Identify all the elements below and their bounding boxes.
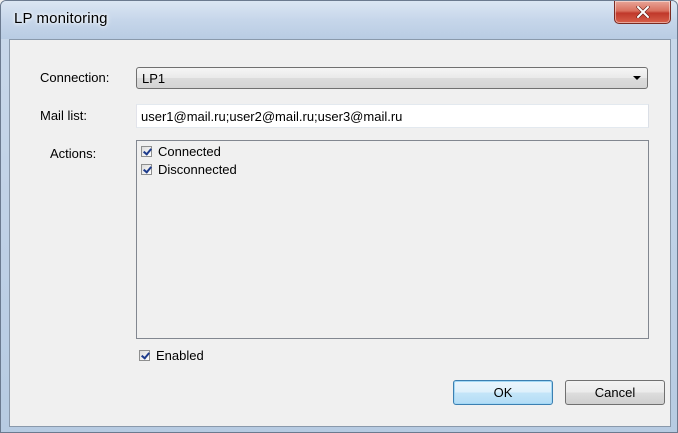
chevron-down-icon — [633, 76, 641, 80]
connected-label: Connected — [158, 144, 221, 159]
cancel-button[interactable]: Cancel — [565, 380, 665, 405]
connection-label: Connection: — [40, 70, 110, 85]
close-button[interactable] — [614, 1, 671, 24]
list-item-disconnected[interactable]: Disconnected — [141, 161, 237, 178]
enabled-label: Enabled — [156, 348, 204, 363]
enabled-checkbox[interactable] — [139, 350, 150, 361]
window-title: LP monitoring — [14, 10, 108, 27]
ok-button[interactable]: OK — [453, 380, 553, 405]
disconnected-checkbox[interactable] — [141, 164, 152, 175]
dialog-window: LP monitoring Connection: LP1 Mail list:… — [0, 0, 678, 433]
title-bar[interactable]: LP monitoring — [1, 1, 677, 39]
mail-list-label: Mail list: — [40, 108, 87, 123]
disconnected-label: Disconnected — [158, 162, 237, 177]
list-item-connected[interactable]: Connected — [141, 143, 221, 160]
enabled-row[interactable]: Enabled — [139, 348, 204, 363]
close-icon — [635, 6, 650, 18]
mail-list-input[interactable] — [136, 104, 649, 128]
connection-value: LP1 — [142, 71, 166, 86]
actions-label: Actions: — [50, 146, 97, 161]
dialog-content: Connection: LP1 Mail list: Actions: Conn… — [9, 39, 671, 427]
actions-list[interactable]: Connected Disconnected — [136, 140, 649, 339]
connection-dropdown[interactable]: LP1 — [136, 67, 648, 89]
connected-checkbox[interactable] — [141, 146, 152, 157]
